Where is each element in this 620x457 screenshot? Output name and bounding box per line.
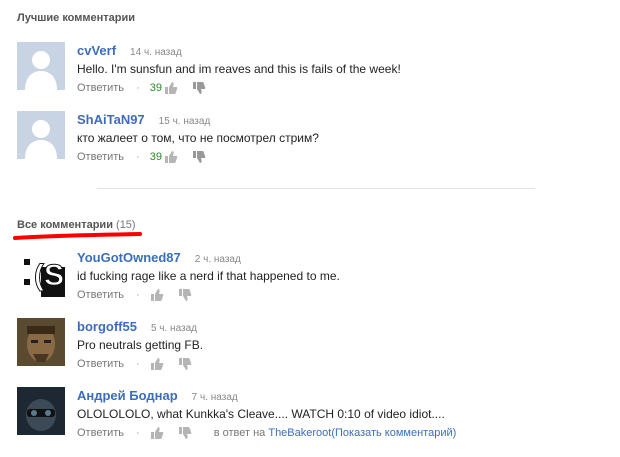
comment-author-link[interactable]: Андрей Боднар	[77, 388, 178, 403]
thumbs-up-icon[interactable]	[150, 288, 164, 302]
section-divider	[97, 188, 535, 189]
thumbs-down-icon[interactable]	[178, 357, 192, 371]
comment-text: Hello. I'm sunsfun and im reaves and thi…	[77, 62, 401, 76]
thumbs-down-icon[interactable]	[178, 426, 192, 440]
comment-time: 2 ч. назад	[194, 254, 241, 265]
default-avatar-icon[interactable]	[17, 42, 65, 90]
comment-author-link[interactable]: YouGotOwned87	[77, 250, 181, 265]
default-avatar-icon[interactable]	[17, 111, 65, 159]
reply-button[interactable]: Ответить	[77, 287, 124, 303]
in-reply-user-link[interactable]: TheBakeroot	[268, 427, 331, 439]
thumbs-up-icon[interactable]	[164, 150, 178, 164]
likes-count: 39	[149, 82, 162, 94]
reply-button[interactable]: Ответить	[77, 356, 124, 372]
comment-item: cvVerf 14 ч. назад Hello. I'm sunsfun and…	[17, 42, 610, 112]
comment-item: Андрей Боднар 7 ч. назад OLOLOLOLO, what …	[17, 387, 610, 457]
thumbs-down-icon[interactable]	[178, 288, 192, 302]
svg-text:(S: (S	[34, 259, 64, 292]
comment-author-link[interactable]: ShAiTaN97	[77, 112, 145, 127]
separator-dot: ·	[136, 151, 140, 163]
user-avatar[interactable]	[17, 318, 65, 366]
reply-button[interactable]: Ответить	[77, 425, 124, 441]
comment-author-link[interactable]: cvVerf	[77, 43, 116, 58]
comment-time: 14 ч. назад	[130, 47, 182, 58]
reply-button[interactable]: Ответить	[77, 80, 124, 96]
in-reply-prefix: в ответ на	[213, 427, 266, 439]
comment-text: Pro neutrals getting FB.	[77, 338, 204, 352]
show-comment-link[interactable]: (Показать комментарий)	[331, 427, 456, 439]
thumbs-down-icon[interactable]	[192, 150, 206, 164]
comment-text: кто жалеет о том, что не посмотрел стрим…	[77, 131, 319, 145]
separator-dot: ·	[136, 427, 140, 439]
thumbs-down-icon[interactable]	[192, 81, 206, 95]
red-underline-annotation	[13, 232, 142, 240]
thumbs-up-icon[interactable]	[150, 426, 164, 440]
comment-time: 5 ч. назад	[150, 323, 198, 334]
comment-time: 15 ч. назад	[158, 116, 211, 127]
best-comments-heading: Лучшие комментарии	[17, 12, 136, 24]
comment-item: borgoff55 5 ч. назад Pro neutrals getting…	[17, 318, 610, 388]
comment-item: (S YouGotOwned87 2 ч. назад id fucking ra…	[17, 249, 610, 319]
user-avatar[interactable]: (S	[17, 249, 65, 297]
separator-dot: ·	[136, 82, 140, 94]
comment-time: 7 ч. назад	[191, 392, 238, 403]
separator-dot: ·	[136, 289, 140, 301]
likes-count: 39	[149, 151, 162, 163]
thumbs-up-icon[interactable]	[150, 357, 164, 371]
comment-text: id fucking rage like a nerd if that happ…	[77, 269, 340, 283]
reply-button[interactable]: Ответить	[77, 149, 124, 165]
separator-dot: ·	[136, 358, 140, 370]
comment-text: OLOLOLOLO, what Kunkka's Cleave.... WATC…	[77, 407, 445, 421]
in-reply-to: в ответ на TheBakeroot(Показать коммента…	[214, 425, 457, 441]
comment-author-link[interactable]: borgoff55	[77, 319, 137, 334]
user-avatar[interactable]	[17, 387, 65, 435]
comment-item: ShAiTaN97 15 ч. назад кто жалеет о том, ч…	[17, 111, 610, 181]
thumbs-up-icon[interactable]	[164, 81, 178, 95]
